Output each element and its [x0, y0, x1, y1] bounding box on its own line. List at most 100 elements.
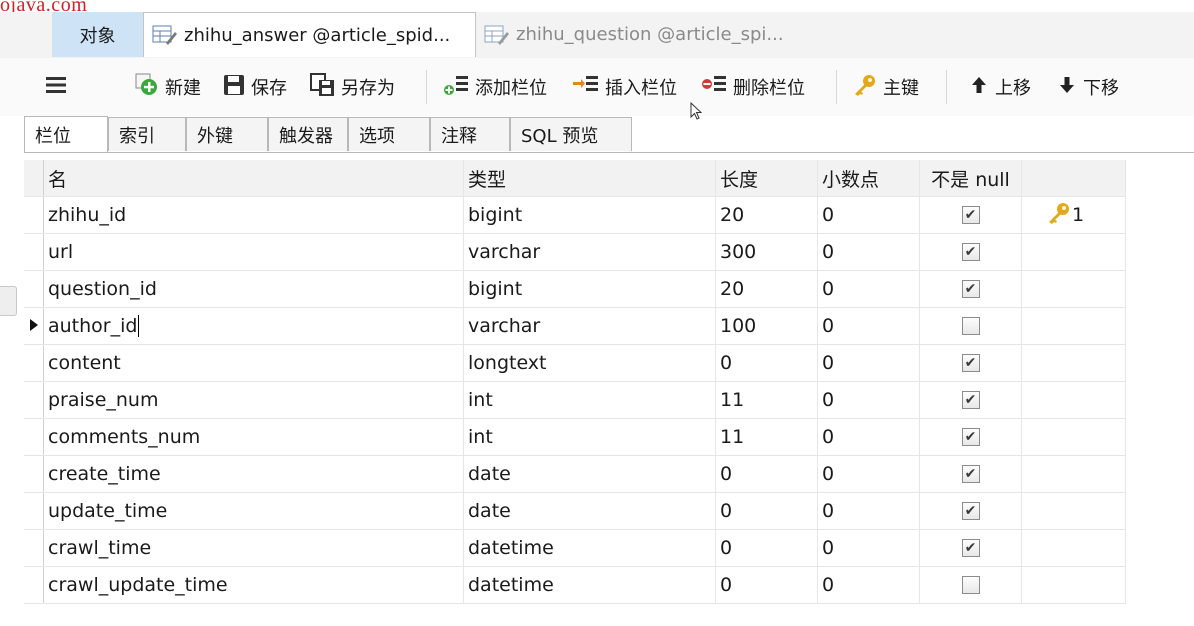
field-length-cell[interactable]: 0 — [716, 456, 818, 492]
row-indicator[interactable] — [24, 197, 44, 233]
not-null-checkbox[interactable]: ✔ — [961, 502, 980, 520]
tab-zhihu-question[interactable]: zhihu_question @article_spi... — [476, 12, 1194, 57]
insert-column-button[interactable]: 插入栏位 — [572, 72, 677, 102]
field-decimals-cell[interactable]: 0 — [818, 234, 920, 270]
table-row[interactable]: crawl_update_time datetime 0 0 — [24, 567, 1126, 604]
field-decimals-cell[interactable]: 0 — [818, 271, 920, 307]
field-decimals-cell[interactable]: 0 — [818, 345, 920, 381]
not-null-checkbox[interactable]: ✔ — [961, 243, 980, 261]
row-indicator[interactable] — [24, 234, 44, 270]
delete-column-button[interactable]: 删除栏位 — [700, 72, 805, 102]
field-type-cell[interactable]: int — [464, 419, 716, 455]
tab-objects[interactable]: 对象 — [52, 12, 144, 57]
field-type-cell[interactable]: bigint — [464, 197, 716, 233]
subtab-triggers[interactable]: 触发器 — [268, 117, 348, 151]
row-indicator[interactable] — [24, 271, 44, 307]
not-null-checkbox[interactable] — [961, 317, 980, 335]
table-row[interactable]: praise_num int 11 0 ✔ — [24, 382, 1126, 419]
row-indicator[interactable] — [24, 567, 44, 603]
field-decimals-cell[interactable]: 0 — [818, 419, 920, 455]
column-header-name[interactable]: 名 — [44, 160, 464, 196]
subtab-sql-preview[interactable]: SQL 预览 — [510, 117, 632, 151]
field-length-cell[interactable]: 0 — [716, 345, 818, 381]
field-length-cell[interactable]: 0 — [716, 493, 818, 529]
row-indicator[interactable] — [24, 382, 44, 418]
field-name-cell[interactable]: content — [44, 345, 464, 381]
menu-button[interactable] — [44, 72, 73, 102]
field-decimals-cell[interactable]: 0 — [818, 382, 920, 418]
move-down-button[interactable]: 下移 — [1056, 72, 1119, 102]
field-decimals-cell[interactable]: 0 — [818, 530, 920, 566]
column-header-decimals[interactable]: 小数点 — [818, 160, 920, 196]
subtab-comments[interactable]: 注释 — [430, 117, 510, 151]
field-name-cell[interactable]: create_time — [44, 456, 464, 492]
tab-zhihu-answer[interactable]: zhihu_answer @article_spid... — [144, 12, 476, 57]
table-row[interactable]: content longtext 0 0 ✔ — [24, 345, 1126, 382]
new-button[interactable]: 新建 — [134, 72, 201, 102]
table-row[interactable]: create_time date 0 0 ✔ — [24, 456, 1126, 493]
not-null-checkbox[interactable] — [961, 576, 980, 594]
subtab-options[interactable]: 选项 — [348, 117, 430, 151]
field-name-cell[interactable]: update_time — [44, 493, 464, 529]
field-name-cell[interactable]: author_id — [44, 308, 464, 344]
field-name-cell[interactable]: comments_num — [44, 419, 464, 455]
field-name-cell[interactable]: crawl_time — [44, 530, 464, 566]
subtab-fields[interactable]: 栏位 — [24, 116, 108, 152]
field-type-cell[interactable]: varchar — [464, 234, 716, 270]
field-length-cell[interactable]: 0 — [716, 530, 818, 566]
field-decimals-cell[interactable]: 0 — [818, 567, 920, 603]
not-null-checkbox[interactable]: ✔ — [961, 280, 980, 298]
field-name-cell[interactable]: crawl_update_time — [44, 567, 464, 603]
table-row[interactable]: author_id varchar 100 0 — [24, 308, 1126, 345]
table-row[interactable]: crawl_time datetime 0 0 ✔ — [24, 530, 1126, 567]
field-type-cell[interactable]: bigint — [464, 271, 716, 307]
field-type-cell[interactable]: varchar — [464, 308, 716, 344]
primary-key-button[interactable]: 主键 — [852, 72, 919, 102]
row-indicator[interactable] — [24, 530, 44, 566]
move-up-button[interactable]: 上移 — [968, 72, 1031, 102]
save-as-button[interactable]: 另存为 — [310, 72, 395, 102]
field-name-cell[interactable]: praise_num — [44, 382, 464, 418]
row-indicator[interactable] — [24, 493, 44, 529]
field-name-cell[interactable]: zhihu_id — [44, 197, 464, 233]
field-length-cell[interactable]: 300 — [716, 234, 818, 270]
not-null-checkbox[interactable]: ✔ — [961, 539, 980, 557]
field-type-cell[interactable]: date — [464, 493, 716, 529]
field-decimals-cell[interactable]: 0 — [818, 197, 920, 233]
field-length-cell[interactable]: 0 — [716, 567, 818, 603]
field-length-cell[interactable]: 11 — [716, 382, 818, 418]
column-header-type[interactable]: 类型 — [464, 160, 716, 196]
table-row[interactable]: comments_num int 11 0 ✔ — [24, 419, 1126, 456]
side-panel-handle[interactable] — [0, 286, 17, 316]
subtab-foreign-keys[interactable]: 外键 — [186, 117, 268, 151]
field-length-cell[interactable]: 20 — [716, 197, 818, 233]
table-row[interactable]: question_id bigint 20 0 ✔ — [24, 271, 1126, 308]
field-decimals-cell[interactable]: 0 — [818, 493, 920, 529]
field-length-cell[interactable]: 20 — [716, 271, 818, 307]
not-null-checkbox[interactable]: ✔ — [961, 428, 980, 446]
column-header-length[interactable]: 长度 — [716, 160, 818, 196]
field-length-cell[interactable]: 100 — [716, 308, 818, 344]
not-null-checkbox[interactable]: ✔ — [961, 354, 980, 372]
field-decimals-cell[interactable]: 0 — [818, 456, 920, 492]
field-name-cell[interactable]: url — [44, 234, 464, 270]
table-row[interactable]: update_time date 0 0 ✔ — [24, 493, 1126, 530]
not-null-checkbox[interactable]: ✔ — [961, 391, 980, 409]
row-indicator[interactable] — [24, 308, 44, 344]
field-type-cell[interactable]: longtext — [464, 345, 716, 381]
not-null-checkbox[interactable]: ✔ — [961, 465, 980, 483]
subtab-indexes[interactable]: 索引 — [108, 117, 186, 151]
row-indicator[interactable] — [24, 419, 44, 455]
save-button[interactable]: 保存 — [222, 72, 287, 102]
field-decimals-cell[interactable]: 0 — [818, 308, 920, 344]
field-type-cell[interactable]: int — [464, 382, 716, 418]
field-type-cell[interactable]: datetime — [464, 530, 716, 566]
field-type-cell[interactable]: date — [464, 456, 716, 492]
add-column-button[interactable]: 添加栏位 — [442, 72, 547, 102]
field-type-cell[interactable]: datetime — [464, 567, 716, 603]
table-row[interactable]: zhihu_id bigint 20 0 ✔ 1 — [24, 197, 1126, 234]
field-name-cell[interactable]: question_id — [44, 271, 464, 307]
row-indicator[interactable] — [24, 345, 44, 381]
not-null-checkbox[interactable]: ✔ — [961, 206, 980, 224]
table-row[interactable]: url varchar 300 0 ✔ — [24, 234, 1126, 271]
